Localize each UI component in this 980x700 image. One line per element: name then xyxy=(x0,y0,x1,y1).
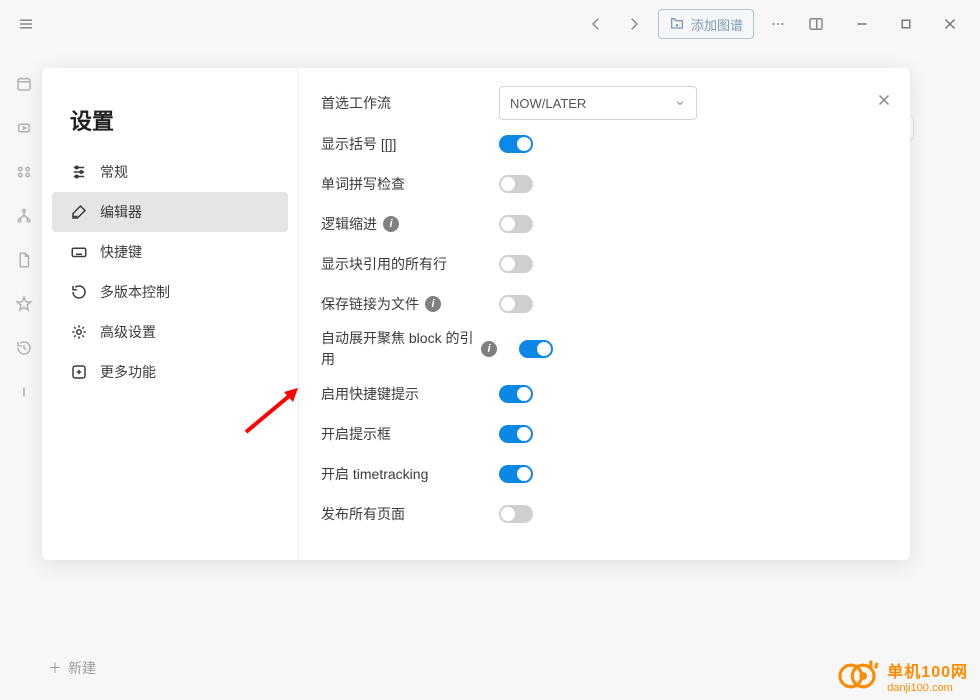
flashcards-icon[interactable] xyxy=(12,116,36,140)
settings-modal: 设置 常规 编辑器 快捷键 多版本控制 高级设置 更多功能 xyxy=(42,68,910,560)
row-label-timetracking: 开启 timetracking xyxy=(321,464,499,485)
watermark-logo-icon xyxy=(835,659,879,693)
new-page-button[interactable]: ＋ 新建 xyxy=(48,658,96,678)
nav-item-general[interactable]: 常规 xyxy=(52,152,288,192)
row-label-show-brackets: 显示括号 [[]] xyxy=(321,134,499,155)
nav-item-advanced[interactable]: 高级设置 xyxy=(52,312,288,352)
row-label-workflow: 首选工作流 xyxy=(321,93,499,114)
toggle-logic-indent[interactable] xyxy=(499,215,533,233)
info-icon[interactable]: i xyxy=(481,341,497,357)
nav-forward-button[interactable] xyxy=(616,6,652,42)
nav-label-more: 更多功能 xyxy=(100,362,156,382)
nav-label-shortcuts: 快捷键 xyxy=(100,242,142,262)
toggle-show-brackets[interactable] xyxy=(499,135,533,153)
nav-item-editor[interactable]: 编辑器 xyxy=(52,192,288,232)
toggle-save-link-file[interactable] xyxy=(499,295,533,313)
nav-label-general: 常规 xyxy=(100,162,128,182)
settings-panel-editor: 首选工作流 NOW/LATER 显示括号 [[]] 单词拼写检查 逻辑缩进 i … xyxy=(298,68,910,560)
history-icon[interactable] xyxy=(12,336,36,360)
row-label-save-link-file: 保存链接为文件 xyxy=(321,294,419,315)
app-left-rail xyxy=(0,48,48,700)
window-close-button[interactable] xyxy=(928,6,972,42)
row-label-logic-indent: 逻辑缩进 xyxy=(321,214,377,235)
menu-icon[interactable] xyxy=(8,6,44,42)
workflow-select[interactable]: NOW/LATER xyxy=(499,86,697,120)
toggle-spellcheck[interactable] xyxy=(499,175,533,193)
window-maximize-button[interactable] xyxy=(884,6,928,42)
sidebar-toggle-icon[interactable] xyxy=(798,6,834,42)
add-graph-button[interactable]: 添加图谱 xyxy=(658,9,754,39)
settings-title: 设置 xyxy=(42,104,298,152)
nav-back-button[interactable] xyxy=(578,6,614,42)
chevron-down-icon xyxy=(674,97,686,109)
add-graph-label: 添加图谱 xyxy=(691,15,743,34)
page-icon[interactable] xyxy=(12,248,36,272)
row-label-publish-all: 发布所有页面 xyxy=(321,504,499,525)
nav-label-advanced: 高级设置 xyxy=(100,322,156,342)
divider-icon xyxy=(12,380,36,404)
nav-item-shortcuts[interactable]: 快捷键 xyxy=(52,232,288,272)
nav-item-version-control[interactable]: 多版本控制 xyxy=(52,272,288,312)
row-label-spellcheck: 单词拼写检查 xyxy=(321,174,499,195)
new-page-label: 新建 xyxy=(68,658,96,678)
window-minimize-button[interactable] xyxy=(840,6,884,42)
toggle-timetracking[interactable] xyxy=(499,465,533,483)
star-icon[interactable] xyxy=(12,292,36,316)
info-icon[interactable]: i xyxy=(425,296,441,312)
watermark: 单机100网 danji100.com xyxy=(835,658,968,694)
nav-label-version: 多版本控制 xyxy=(100,282,170,302)
toggle-tooltip[interactable] xyxy=(499,425,533,443)
journal-icon[interactable] xyxy=(12,72,36,96)
plus-icon: ＋ xyxy=(48,658,62,678)
graph-icon[interactable] xyxy=(12,160,36,184)
row-label-auto-expand: 自动展开聚焦 block 的引用 xyxy=(321,328,481,370)
modal-close-button[interactable] xyxy=(870,86,898,114)
hierarchy-icon[interactable] xyxy=(12,204,36,228)
row-label-shortcut-tips: 启用快捷键提示 xyxy=(321,384,499,405)
more-icon[interactable] xyxy=(760,6,796,42)
workflow-select-value: NOW/LATER xyxy=(510,96,586,111)
toggle-publish-all[interactable] xyxy=(499,505,533,523)
info-icon[interactable]: i xyxy=(383,216,399,232)
row-label-block-ref-lines: 显示块引用的所有行 xyxy=(321,254,499,275)
nav-item-more[interactable]: 更多功能 xyxy=(52,352,288,392)
row-label-tooltip: 开启提示框 xyxy=(321,424,499,445)
watermark-line1: 单机100网 xyxy=(887,658,968,682)
nav-label-editor: 编辑器 xyxy=(100,202,142,222)
toggle-auto-expand[interactable] xyxy=(519,340,553,358)
toggle-shortcut-tips[interactable] xyxy=(499,385,533,403)
window-titlebar: 添加图谱 xyxy=(0,0,980,48)
toggle-block-ref-lines[interactable] xyxy=(499,255,533,273)
watermark-line2: danji100.com xyxy=(887,682,968,694)
settings-sidebar: 设置 常规 编辑器 快捷键 多版本控制 高级设置 更多功能 xyxy=(42,68,298,560)
